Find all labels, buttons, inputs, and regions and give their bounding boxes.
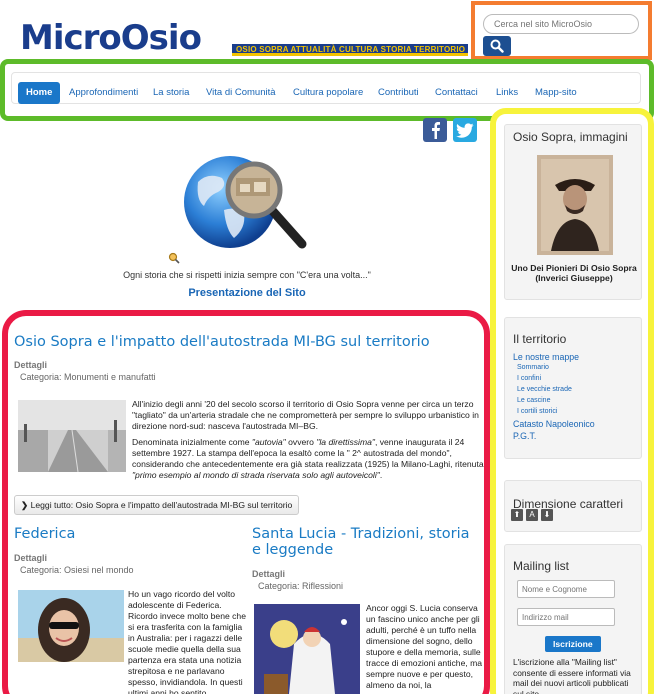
territory-link-maps[interactable]: Le nostre mappe (513, 352, 579, 362)
font-increase-button[interactable]: ⬆ (511, 509, 523, 521)
logo-wordmark: MicroOsio (20, 18, 202, 58)
read-more-label: Leggi tutto: Osio Sopra e l'impatto dell… (30, 500, 293, 510)
territory-title: Il territorio (513, 332, 567, 346)
nav-item-home[interactable]: Home (18, 82, 61, 104)
twitter-icon (456, 122, 474, 138)
twitter-button[interactable] (453, 118, 477, 142)
text-span: "la direttissima" (316, 437, 375, 447)
nav-item-contattaci[interactable]: Contattaci (435, 82, 478, 104)
logo-tagline: OSIO SOPRA ATTUALITÀ CULTURA STORIA TERR… (232, 44, 468, 56)
nav-item-vita-di-comunita[interactable]: Vita di Comunità (206, 82, 276, 104)
name-input[interactable] (517, 580, 615, 598)
nav-item-approfondimenti[interactable]: Approfondimenti (69, 82, 138, 104)
text-span: "autovia" (251, 437, 286, 447)
sidebar: Osio Sopra, immagini Uno Dei Pionieri Di… (490, 108, 654, 694)
territory-sublink[interactable]: I confini (517, 375, 541, 382)
article-category[interactable]: Categoria: Riflessioni (258, 581, 343, 591)
search-button[interactable] (483, 36, 511, 56)
territory-link-catasto[interactable]: Catasto Napoleonico (513, 419, 595, 429)
article-details-label: Dettagli (252, 569, 286, 579)
mailing-list-note: L'iscrizione alla "Mailing list" consent… (513, 657, 631, 694)
article-category[interactable]: Categoria: Osiesi nel mondo (20, 565, 134, 575)
facebook-icon (432, 122, 440, 139)
text-span: Denominata inizialmente come (132, 437, 252, 447)
site-logo[interactable]: MicroOsio OSIO SOPRA ATTUALITÀ CULTURA S… (20, 18, 468, 58)
font-reset-button[interactable]: A (526, 509, 538, 521)
nav-item-mappa-sito[interactable]: Mapp-sito (535, 82, 577, 104)
highway-photo (18, 400, 126, 472)
search-icon (490, 39, 504, 53)
article-details-label: Dettagli (14, 553, 48, 563)
territory-sublink[interactable]: Sommario (517, 364, 549, 371)
read-more-button[interactable]: ❯ Leggi tutto: Osio Sopra e l'impatto de… (14, 495, 300, 515)
featured-article-title[interactable]: Osio Sopra e l'impatto dell'autostrada M… (14, 334, 484, 350)
featured-details-label: Dettagli (14, 360, 48, 370)
nav-item-contributi[interactable]: Contributi (378, 82, 419, 104)
articles-area: Osio Sopra e l'impatto dell'autostrada M… (2, 310, 490, 694)
subscribe-button[interactable]: Iscrizione (545, 636, 601, 652)
nav-item-cultura-popolare[interactable]: Cultura popolare (293, 82, 363, 104)
article-title-santa-lucia[interactable]: Santa Lucia - Tradizioni, storia e legge… (252, 526, 482, 558)
text-span: . (379, 470, 383, 480)
nav-item-la-storia[interactable]: La storia (153, 82, 189, 104)
territory-link-pgt[interactable]: P.G.T. (513, 431, 536, 441)
mailing-list-title: Mailing list (513, 559, 570, 573)
magnifier-icon (168, 252, 180, 264)
article-excerpt: Ho un vago ricordo del volto adolescente… (128, 589, 246, 694)
portrait-caption[interactable]: Uno Dei Pionieri Di Osio Sopra (Inverici… (511, 263, 637, 283)
territory-sublink[interactable]: Le vecchie strade (517, 386, 572, 393)
featured-paragraph-1: All'inizio degli anni '20 del secolo sco… (132, 399, 479, 431)
email-input[interactable] (517, 608, 615, 626)
nav-item-links[interactable]: Links (496, 82, 518, 104)
article-title-federica[interactable]: Federica (14, 526, 75, 542)
territory-sublink[interactable]: Le cascine (517, 397, 550, 404)
text-span: ovvero (285, 437, 317, 447)
intro-quote: Ogni storia che si rispetti inizia sempr… (123, 270, 371, 280)
text-span: "primo esempio al mondo di strada riserv… (132, 470, 380, 480)
images-module-title: Osio Sopra, immagini (513, 130, 628, 144)
search-input[interactable] (483, 14, 639, 34)
search-area (471, 1, 652, 60)
font-size-module: Dimensione caratteri (504, 480, 642, 532)
chevron-right-icon: ❯ (21, 500, 29, 510)
images-module: Osio Sopra, immagini Uno Dei Pionieri Di… (504, 124, 642, 300)
portrait-photo[interactable] (537, 155, 613, 255)
facebook-button[interactable] (423, 118, 447, 142)
site-presentation-link[interactable]: Presentazione del Sito (0, 287, 494, 299)
featured-category[interactable]: Categoria: Monumenti e manufatti (20, 372, 156, 382)
featured-paragraph-2: Denominata inizialmente come "autovia" o… (132, 437, 484, 481)
mailing-list-module: Mailing list Iscrizione L'iscrizione all… (504, 544, 642, 694)
font-decrease-button[interactable]: ⬇ (541, 509, 553, 521)
territory-sublink[interactable]: I cortili storici (517, 408, 557, 415)
santa-lucia-illustration (254, 604, 360, 694)
globe-magnifier-illustration (184, 156, 307, 249)
article-excerpt: Ancor oggi S. Lucia conserva un fascino … (366, 603, 483, 690)
territory-module: Il territorio Le nostre mappe Sommario I… (504, 317, 642, 459)
federica-photo (18, 590, 124, 662)
nav-bar: Home Approfondimenti La storia Vita di C… (11, 72, 641, 104)
